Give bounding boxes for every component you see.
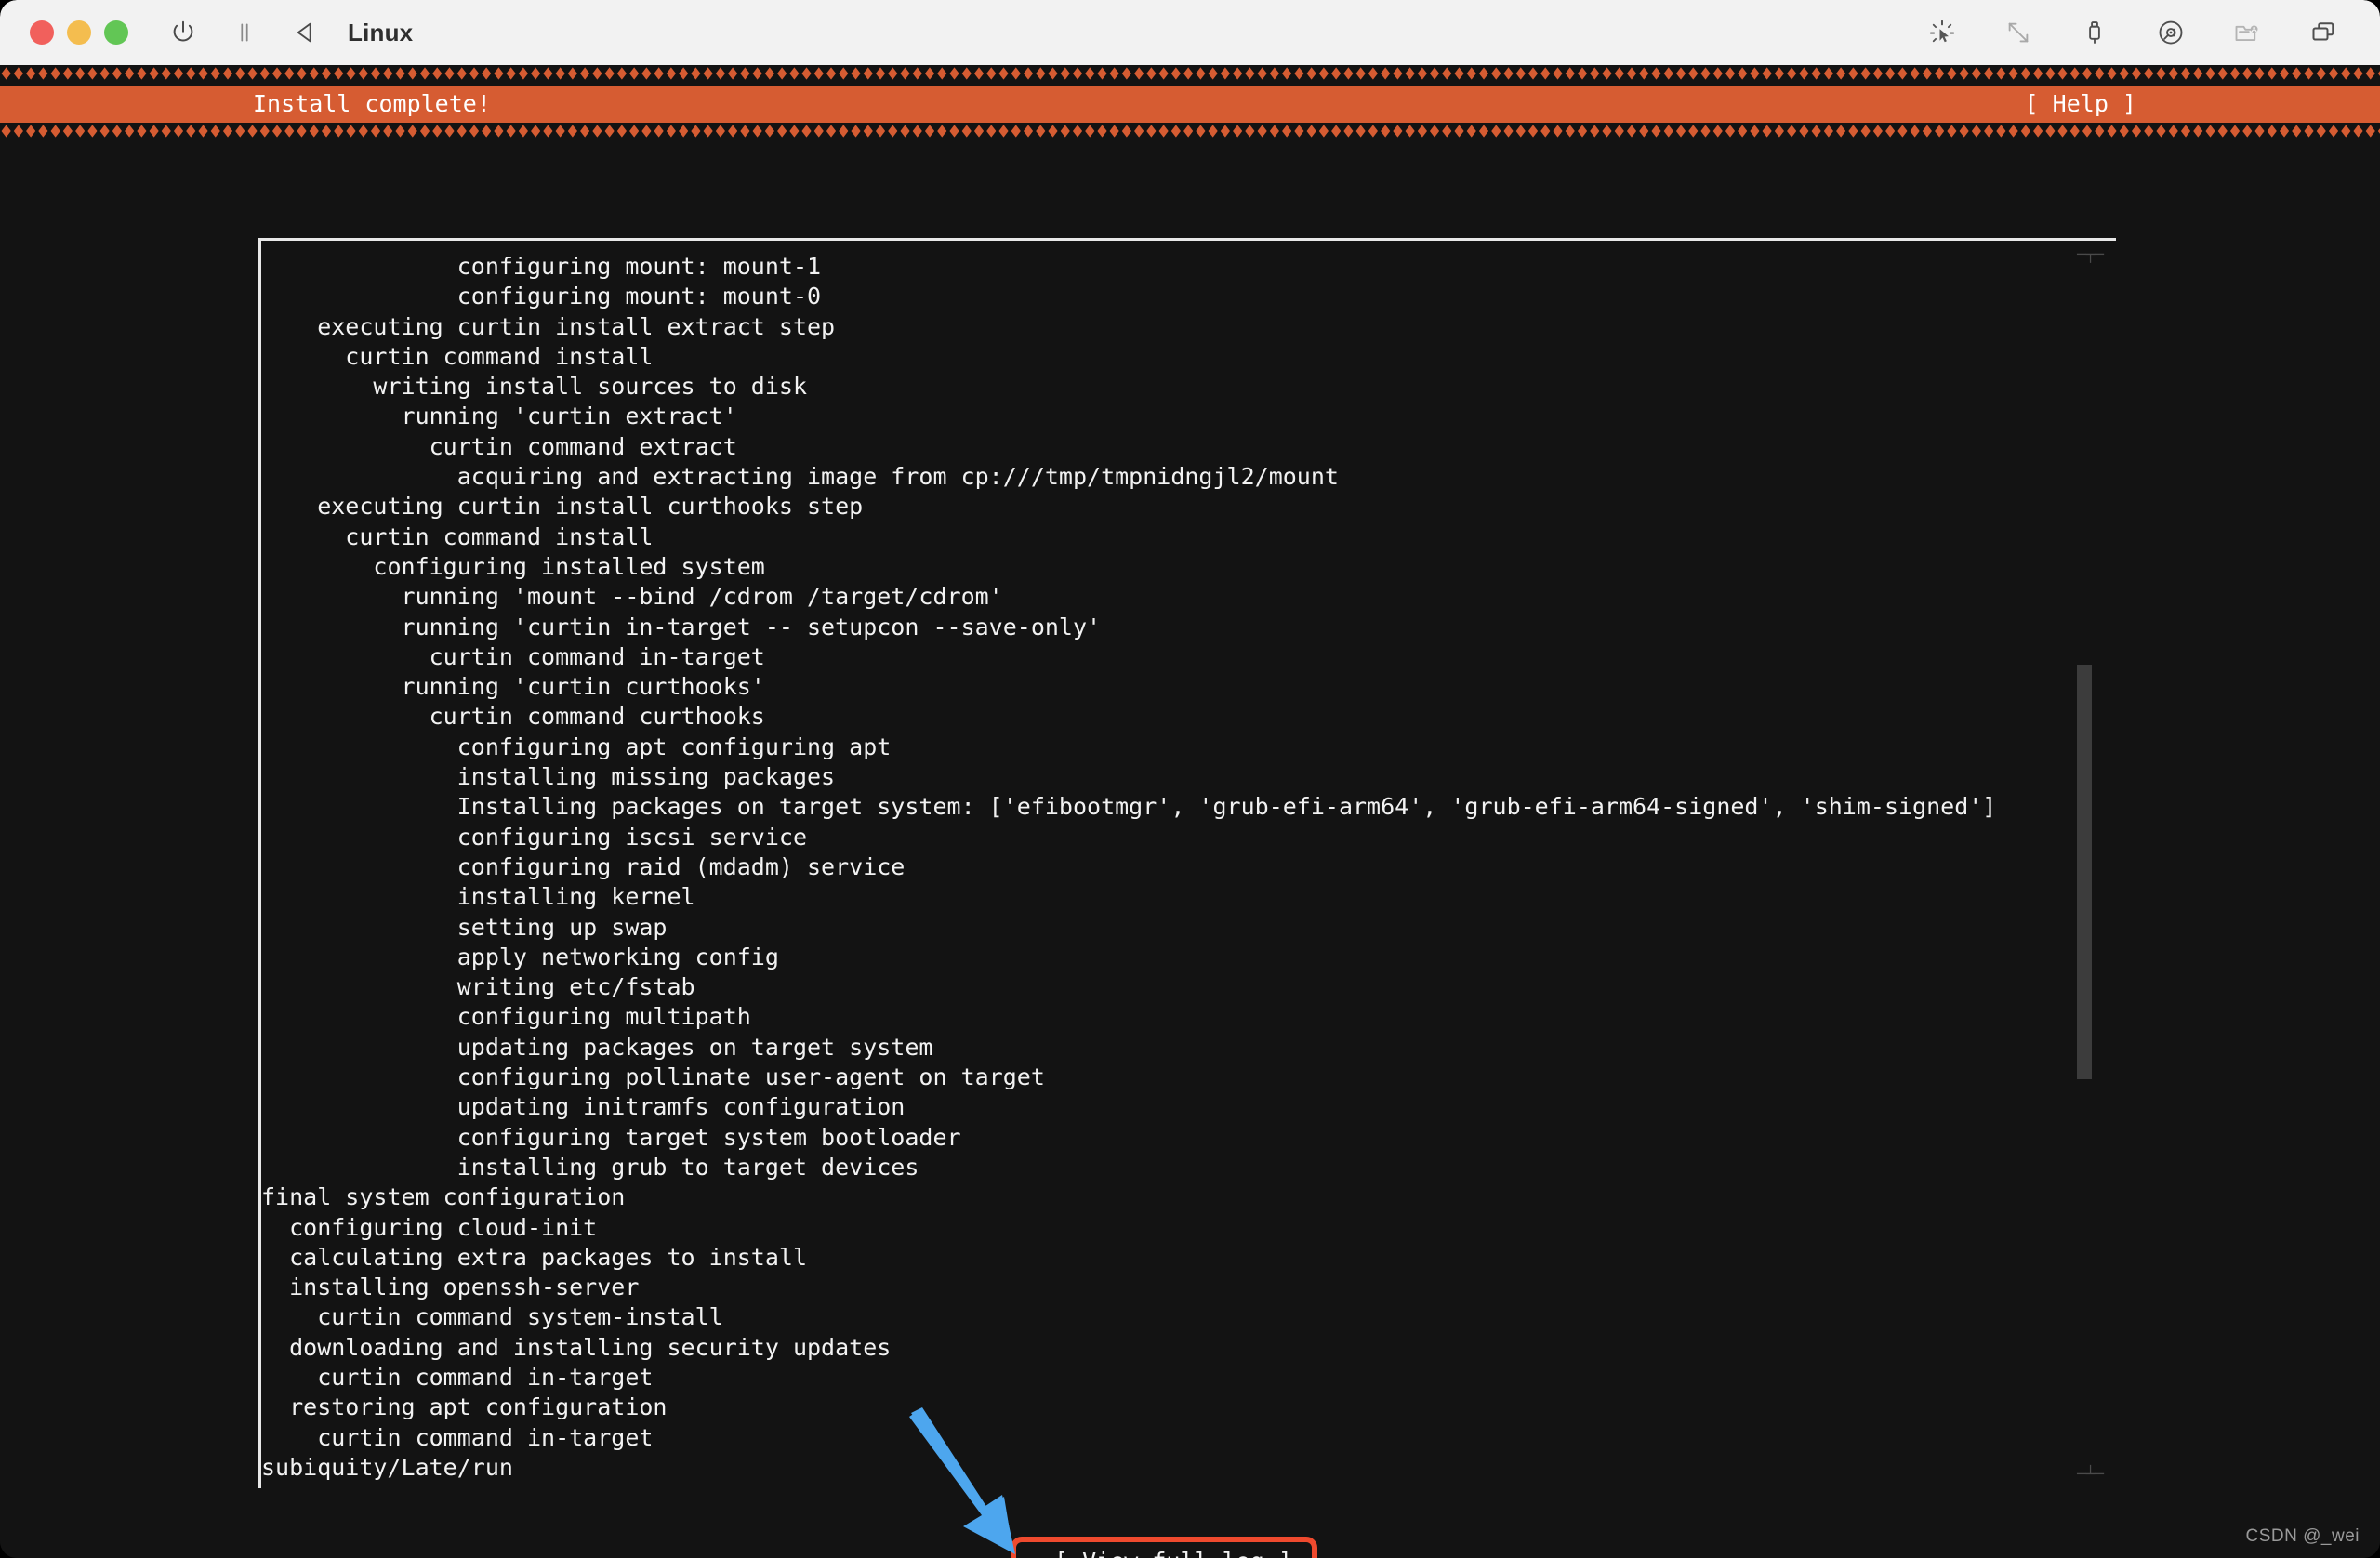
header-band-bottom: ♦♦♦♦♦♦♦♦♦♦♦♦♦♦♦♦♦♦♦♦♦♦♦♦♦♦♦♦♦♦♦♦♦♦♦♦♦♦♦♦… [0,123,2380,143]
pause-icon[interactable] [223,11,266,54]
power-icon[interactable] [162,11,205,54]
scrollbar-thumb[interactable] [2077,665,2092,1079]
install-log-panel: configuring mount: mount-1 configuring m… [258,238,2116,1488]
view-full-log-button[interactable]: [ View full log ] [1054,1546,1292,1558]
zoom-button[interactable] [104,20,128,45]
close-button[interactable] [30,20,54,45]
installer-action-buttons: [ View full log ] [ Reboot Now ] [1054,1546,1324,1558]
installer-header: Install complete! [ Help ] [0,86,2380,123]
virtual-machine-window: Linux [0,0,2380,1558]
scrollbar-up-arrow[interactable]: ─┬─ [2077,246,2092,263]
titlebar-left-controls [162,11,327,54]
usb-icon[interactable] [2073,11,2116,54]
log-scrollbar[interactable]: ─┬─ ─┴─ [2077,246,2092,1483]
resize-icon[interactable] [1997,11,2040,54]
help-button[interactable]: [ Help ] [2025,86,2136,123]
window-title: Linux [348,19,413,47]
disc-icon[interactable] [2149,11,2192,54]
install-log-text: configuring mount: mount-1 configuring m… [261,252,2083,1483]
header-band-top: ♦♦♦♦♦♦♦♦♦♦♦♦♦♦♦♦♦♦♦♦♦♦♦♦♦♦♦♦♦♦♦♦♦♦♦♦♦♦♦♦… [0,65,2380,86]
pointer-capture-icon[interactable] [1921,11,1964,54]
scrollbar-down-arrow[interactable]: ─┴─ [2077,1466,2092,1483]
shared-folder-icon[interactable] [2226,11,2268,54]
traffic-light-group [30,20,128,45]
page-title: Install complete! [253,86,491,123]
back-triangle-icon[interactable] [284,11,327,54]
installer-screen: ♦♦♦♦♦♦♦♦♦♦♦♦♦♦♦♦♦♦♦♦♦♦♦♦♦♦♦♦♦♦♦♦♦♦♦♦♦♦♦♦… [0,65,2380,1558]
minimize-button[interactable] [67,20,91,45]
displays-icon[interactable] [2302,11,2345,54]
titlebar-right-controls [1921,11,2356,54]
watermark: CSDN @_wei [2246,1526,2360,1547]
window-titlebar: Linux [0,0,2380,65]
